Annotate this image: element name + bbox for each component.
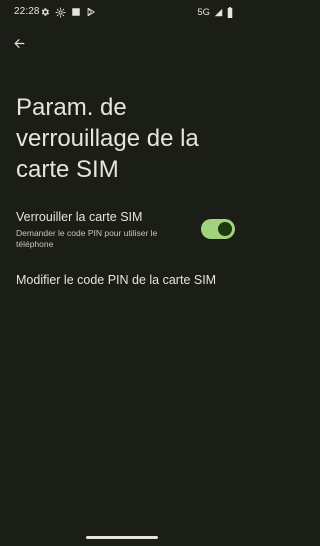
change-pin-label: Modifier le code PIN de la carte SIM xyxy=(16,273,217,287)
toggle-thumb xyxy=(218,222,232,236)
status-time: 22:28 xyxy=(14,6,40,17)
brightness-icon xyxy=(55,6,66,18)
gesture-navigation-handle[interactable] xyxy=(86,536,158,539)
arrow-back-icon xyxy=(13,37,26,50)
change-pin-setting-row[interactable]: Modifier le code PIN de la carte SIM xyxy=(0,266,245,296)
back-button[interactable] xyxy=(8,32,30,54)
status-notification-icons xyxy=(40,6,96,18)
gear-icon xyxy=(40,7,50,17)
status-system-icons: 5G xyxy=(197,6,233,18)
page-title: Param. de verrouillage de la carte SIM xyxy=(16,94,199,183)
lock-sim-toggle[interactable] xyxy=(201,219,235,239)
play-store-icon xyxy=(86,7,96,17)
lock-sim-summary: Demander le code PIN pour utiliser le té… xyxy=(16,228,158,249)
battery-icon xyxy=(227,6,233,18)
image-icon xyxy=(71,7,81,17)
network-type-label: 5G xyxy=(197,6,210,18)
status-bar: 22:28 5G xyxy=(0,0,245,26)
lock-sim-title: Verrouiller la carte SIM xyxy=(16,210,143,224)
lock-sim-setting-row[interactable]: Verrouiller la carte SIM Demander le cod… xyxy=(0,208,245,252)
signal-icon xyxy=(214,8,223,17)
